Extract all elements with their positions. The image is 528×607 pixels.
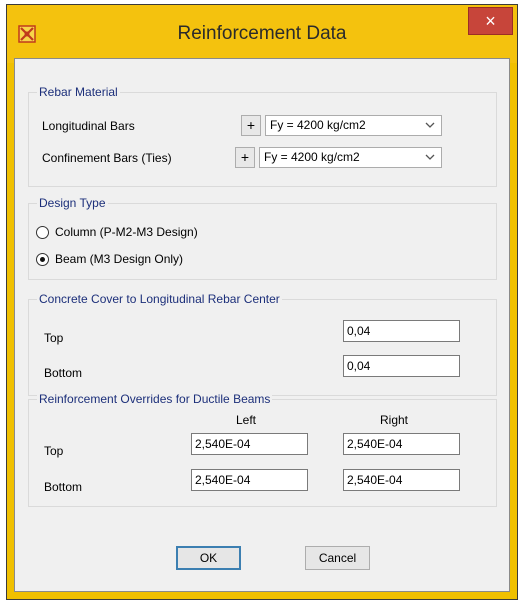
cover-bottom-label: Bottom — [44, 366, 83, 380]
beam-design-label[interactable]: Beam (M3 Design Only) — [55, 252, 183, 266]
rebar-material-title: Rebar Material — [37, 85, 120, 99]
add-confinement-material-button[interactable]: + — [235, 147, 255, 168]
overrides-title: Reinforcement Overrides for Ductile Beam… — [37, 392, 273, 406]
add-longitudinal-material-button[interactable]: + — [241, 115, 261, 136]
radio-selected-dot — [40, 257, 45, 262]
chevron-down-icon — [425, 154, 435, 160]
override-bottom-left-input[interactable]: 2,540E-04 — [191, 469, 308, 491]
override-top-left-input[interactable]: 2,540E-04 — [191, 433, 308, 455]
rebar-material-group: Rebar Material Longitudinal Bars + Fy = … — [28, 85, 497, 187]
override-bottom-right-input[interactable]: 2,540E-04 — [343, 469, 460, 491]
overrides-group: Reinforcement Overrides for Ductile Beam… — [28, 392, 497, 507]
close-button[interactable]: × — [468, 7, 513, 35]
column-design-label[interactable]: Column (P-M2-M3 Design) — [55, 225, 198, 239]
left-column-header: Left — [235, 413, 256, 427]
design-type-group: Design Type Column (P-M2-M3 Design) Beam… — [28, 196, 497, 280]
override-top-label: Top — [44, 444, 64, 458]
design-type-title: Design Type — [37, 196, 108, 210]
override-top-right-input[interactable]: 2,540E-04 — [343, 433, 460, 455]
dialog-window: Reinforcement Data × Rebar Material Long… — [6, 4, 518, 600]
longitudinal-material-select[interactable]: Fy = 4200 kg/cm2 — [265, 115, 442, 136]
cover-top-label: Top — [44, 331, 64, 345]
cancel-button[interactable]: Cancel — [305, 546, 370, 570]
override-bottom-label: Bottom — [44, 480, 83, 494]
beam-design-radio[interactable] — [36, 253, 49, 266]
ok-button[interactable]: OK — [176, 546, 241, 570]
confinement-material-value: Fy = 4200 kg/cm2 — [264, 150, 360, 164]
title-bar[interactable]: Reinforcement Data × — [7, 5, 517, 63]
dialog-title: Reinforcement Data — [177, 23, 347, 44]
cover-top-input[interactable]: 0,04 — [343, 320, 460, 342]
right-column-header: Right — [379, 413, 408, 427]
confinement-material-select[interactable]: Fy = 4200 kg/cm2 — [259, 147, 442, 168]
concrete-cover-group: Concrete Cover to Longitudinal Rebar Cen… — [28, 292, 497, 396]
dialog-body: Rebar Material Longitudinal Bars + Fy = … — [14, 58, 510, 592]
column-design-radio[interactable] — [36, 226, 49, 239]
confinement-bars-label: Confinement Bars (Ties) — [42, 151, 172, 165]
concrete-cover-title: Concrete Cover to Longitudinal Rebar Cen… — [37, 292, 282, 306]
longitudinal-bars-label: Longitudinal Bars — [42, 119, 135, 133]
chevron-down-icon — [425, 122, 435, 128]
longitudinal-material-value: Fy = 4200 kg/cm2 — [270, 118, 366, 132]
cover-bottom-input[interactable]: 0,04 — [343, 355, 460, 377]
